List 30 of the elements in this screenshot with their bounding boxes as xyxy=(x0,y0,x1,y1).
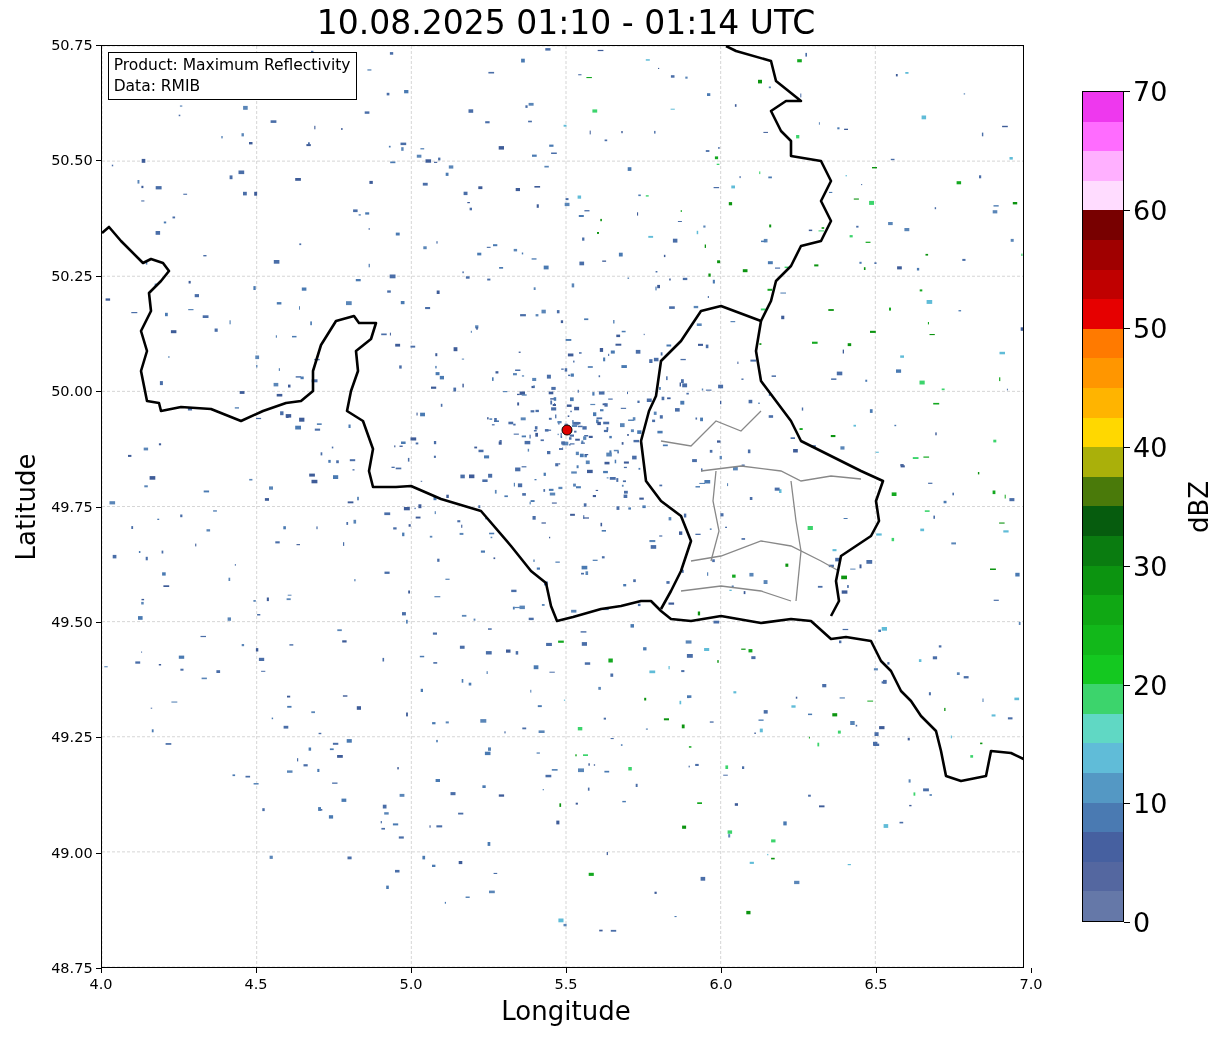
y-tick-label: 49.00 xyxy=(51,844,93,861)
colorbar-tick-label: 40 xyxy=(1133,431,1168,463)
info-text: Data: RMIB xyxy=(113,76,202,97)
y-tick-label: 49.50 xyxy=(51,613,93,630)
colorbar-tick-label: 50 xyxy=(1133,312,1168,344)
x-tick-label: 7.0 xyxy=(1019,976,1043,992)
x-tick-label: 4.0 xyxy=(89,976,113,992)
chart-title: 10.08.2025 01:10 - 01:14 UTC xyxy=(316,2,816,43)
x-tick-label: 4.5 xyxy=(244,976,268,992)
x-axis-label: Longitude xyxy=(501,995,631,1028)
colorbar-label: dBZ xyxy=(1184,480,1214,533)
colorbar-tick-label: 60 xyxy=(1133,194,1168,226)
y-tick-label: 50.25 xyxy=(51,267,93,284)
x-tick-label: 6.0 xyxy=(709,976,733,992)
y-tick-label: 50.75 xyxy=(51,37,93,53)
colorbar-tick-label: 30 xyxy=(1133,550,1168,582)
x-tick-label: 5.5 xyxy=(554,976,578,992)
y-tick-label: 50.00 xyxy=(51,383,93,400)
info-text: Product: Maximum Reflectivity xyxy=(113,55,351,76)
x-tick-label: 5.0 xyxy=(399,976,423,992)
colorbar-tick-label: 70 xyxy=(1133,75,1168,107)
colorbar-tick-label: 0 xyxy=(1133,906,1151,938)
y-tick-label: 49.75 xyxy=(51,498,93,515)
colorbar-tick-label: 10 xyxy=(1133,787,1168,819)
colorbar-tick-label: 20 xyxy=(1133,669,1168,701)
y-axis-label: Latitude xyxy=(10,453,40,560)
y-tick-label: 49.25 xyxy=(51,729,93,746)
y-tick-label: 48.75 xyxy=(51,960,93,976)
x-tick-label: 6.5 xyxy=(864,976,888,992)
y-tick-label: 50.50 xyxy=(51,152,93,169)
